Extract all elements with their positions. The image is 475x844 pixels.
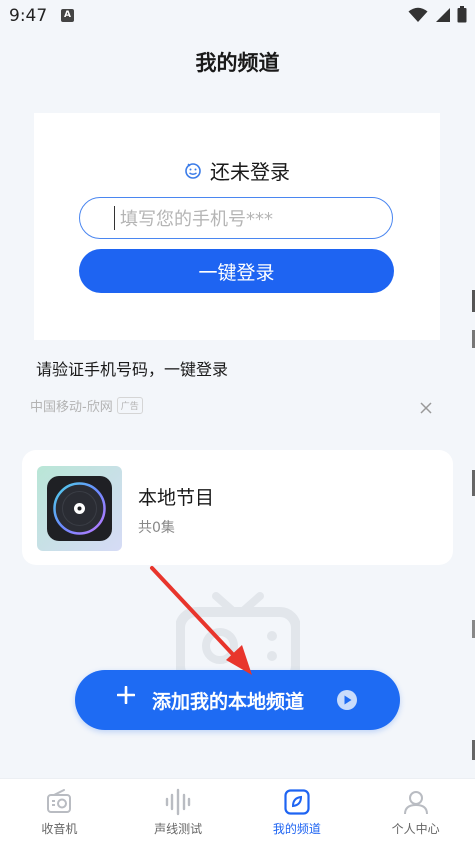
radio-icon — [47, 789, 72, 813]
phone-input[interactable]: 填写您的手机号*** — [79, 197, 393, 239]
close-icon[interactable] — [419, 401, 433, 415]
vinyl-disc-icon — [47, 476, 112, 541]
nav-item-my-channel[interactable]: 我的频道 — [238, 779, 357, 844]
nav-item-voice-test[interactable]: 声线测试 — [119, 779, 238, 844]
page-title: 我的频道 — [195, 51, 280, 75]
nav-label-radio: 收音机 — [41, 822, 78, 836]
signal-icon — [436, 7, 450, 22]
play-icon — [337, 690, 357, 710]
add-local-channel-button[interactable]: 添加我的本地频道 — [75, 670, 400, 730]
notification-icon: A — [61, 9, 74, 22]
phone-placeholder: 填写您的手机号*** — [120, 209, 273, 230]
soundwave-icon — [165, 788, 191, 816]
battery-icon — [457, 6, 467, 23]
ad-source-label: 中国移动-欣网 — [30, 400, 113, 415]
wifi-icon — [408, 7, 428, 22]
add-channel-label: 添加我的本地频道 — [152, 691, 305, 713]
program-title: 本地节目 — [138, 487, 215, 509]
nav-item-radio[interactable]: 收音机 — [0, 779, 119, 844]
nav-label-my-channel: 我的频道 — [272, 822, 321, 836]
bottom-nav: 收音机 声线测试 我的频道 个人中心 — [0, 778, 475, 844]
ad-description: 请验证手机号码，一键登录 — [36, 360, 229, 379]
ad-badge: 广告 — [116, 397, 143, 414]
ad-login-card[interactable]: 还未登录 填写您的手机号*** 一键登录 — [34, 113, 440, 340]
text-cursor — [114, 206, 115, 230]
nav-item-profile[interactable]: 个人中心 — [356, 779, 475, 844]
my-channel-icon — [284, 789, 310, 815]
status-time: 9:47 — [9, 6, 48, 26]
program-thumbnail — [37, 466, 122, 551]
plus-icon — [117, 686, 135, 704]
smile-icon — [185, 162, 201, 179]
status-bar: 9:47 A — [0, 0, 475, 34]
tv-placeholder-icon — [176, 592, 300, 682]
program-episode-count: 共0集 — [138, 520, 175, 536]
screen: 9:47 A 我的频道 还未登录 填写您的手机号*** 一键登录 请验证手机号码… — [0, 0, 475, 844]
local-program-card[interactable]: 本地节目 共0集 — [22, 450, 453, 565]
login-title: 还未登录 — [210, 160, 290, 184]
ad-source: 中国移动-欣网 广告 — [30, 396, 143, 415]
person-icon — [403, 791, 428, 815]
nav-label-voice-test: 声线测试 — [154, 822, 203, 836]
edge-artifacts — [472, 290, 475, 760]
login-title-row: 还未登录 — [34, 156, 440, 185]
nav-label-profile: 个人中心 — [391, 822, 440, 836]
status-icons — [408, 6, 467, 23]
one-click-login-button[interactable]: 一键登录 — [79, 249, 394, 293]
